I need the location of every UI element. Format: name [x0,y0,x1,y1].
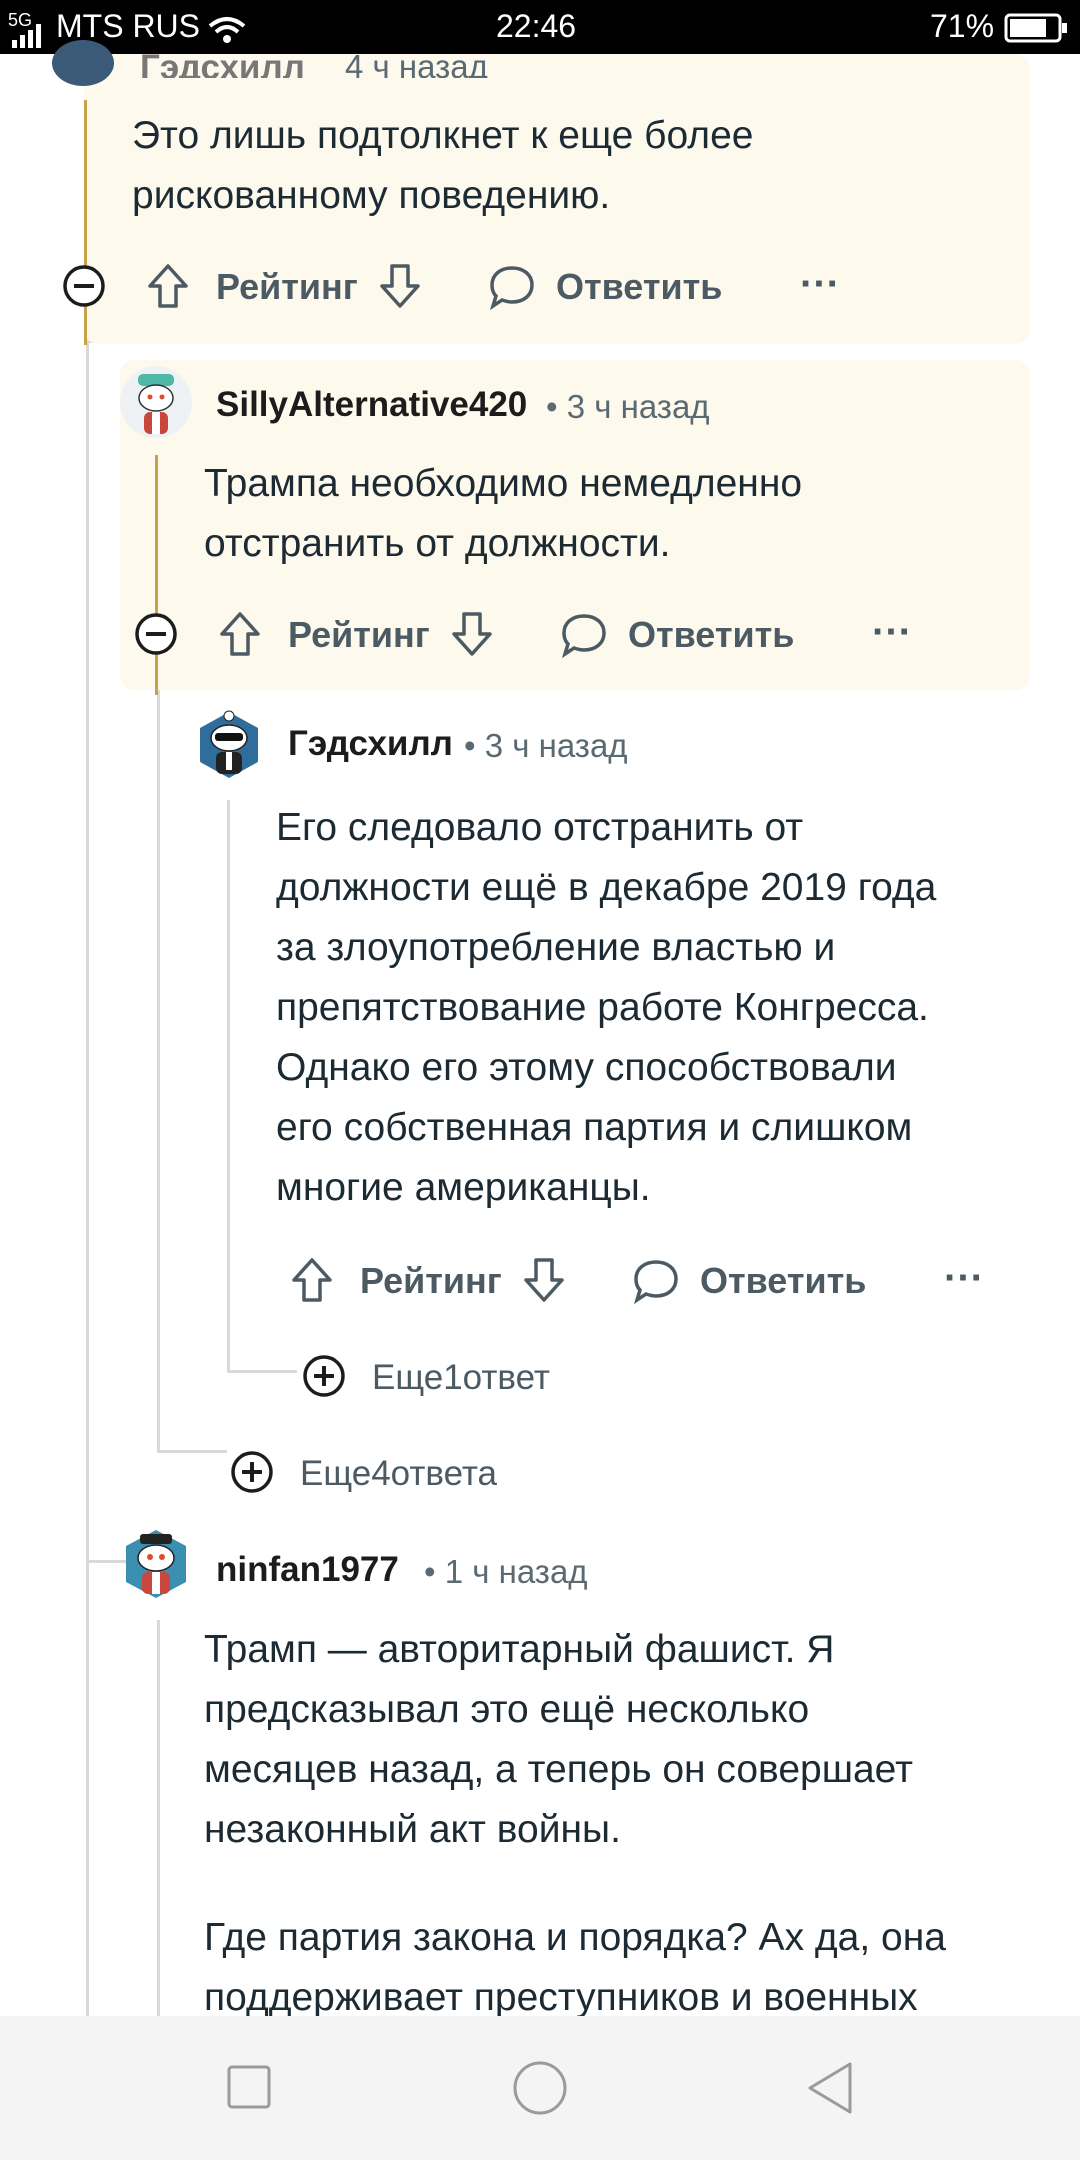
comment-text: Это лишь подтолкнет к еще более рискован… [132,106,992,226]
comment-text-line: должности ещё в декабре 2019 года [276,866,937,909]
comment-text-line: незаконный акт войны. [204,1808,621,1851]
battery-percent: 71% [930,8,995,44]
reply-icon[interactable] [488,264,536,310]
status-bar: 5G MTS RUS 22:46 71% [0,0,1080,54]
snoo-avatar-icon [200,710,258,778]
comment-text-line: предсказывал это ещё несколько [204,1688,810,1731]
comment-text-line: месяцев назад, а теперь он совершает [204,1748,913,1791]
collapse-icon[interactable] [134,612,178,656]
signal-icon [12,24,41,48]
more-replies-link[interactable]: Еще4ответа [300,1454,497,1494]
comment-text: Его следовало отстранить от должности ещ… [276,798,1036,1218]
thread-branch [157,1450,227,1453]
upvote-icon[interactable] [218,610,262,658]
downvote-icon[interactable] [450,610,494,658]
comment-text-line: препятствование работе Конгресса. [276,986,929,1029]
back-icon[interactable] [804,2060,856,2116]
upvote-icon[interactable] [146,262,190,310]
thread-branch [227,1370,297,1373]
more-options-button[interactable]: ··· [872,610,912,655]
reply-icon[interactable] [560,612,608,658]
thread-line-level2 [157,690,160,1450]
avatar[interactable] [120,366,192,438]
comment-text-line: Его следовало отстранить от [276,806,804,849]
rating-label: Рейтинг [288,614,430,655]
comment-text-line: его собственная партия и слишком [276,1106,913,1149]
comment-text-line: Это лишь подтолкнет к еще более [132,114,754,157]
comment-text: Трамп — авторитарный фашист. Я предсказы… [204,1620,1044,1860]
snoo-avatar-icon [120,366,192,438]
reply-button[interactable]: Ответить [628,614,794,656]
comment-text-line: Однако его этому способствовали [276,1046,897,1089]
comment-text-line: Трампа необходимо немедленно [204,462,803,505]
upvote-icon[interactable] [290,1256,334,1304]
avatar[interactable] [52,40,114,86]
reply-button[interactable]: Ответить [556,266,722,308]
comment-text-line: рискованному поведению. [132,174,611,217]
home-icon[interactable] [512,2060,568,2116]
avatar[interactable] [196,708,262,780]
battery-icon [1004,13,1067,43]
comment-text-line: поддерживает преступников и военных [204,1976,918,2016]
thread-line-ninfan [157,1620,160,2020]
comment-text-line: Трамп — авторитарный фашист. Я [204,1628,835,1671]
comment-text-line: многие американцы. [276,1166,651,1209]
reply-icon[interactable] [632,1258,680,1304]
comment-text-line: за злоупотребление властью и [276,926,836,969]
comment-author[interactable]: SillyAlternative420 [216,385,527,425]
more-options-button[interactable]: ··· [800,262,840,307]
recent-apps-icon[interactable] [226,2064,272,2110]
comment-time: • 3 ч назад [546,388,710,425]
avatar[interactable] [120,1526,192,1602]
comment-author[interactable]: ninfan1977 [216,1550,399,1590]
thread-line-highlight [155,455,158,695]
thread-line-level3 [227,800,230,1370]
comment-text-line: Где партия закона и порядка? Ах да, она [204,1916,946,1959]
wifi-icon [208,17,246,43]
comment-time: • 1 ч назад [424,1553,588,1590]
downvote-icon[interactable] [378,262,422,310]
comment-text-paragraph: Где партия закона и порядка? Ах да, она … [204,1908,1044,2016]
snoo-avatar-icon [126,1530,186,1598]
comment-time: • 3 ч назад [464,727,628,764]
more-replies-link[interactable]: Еще1ответ [372,1358,550,1398]
comment-text: Трампа необходимо немедленно отстранить … [204,454,1004,574]
rating-label: Рейтинг [360,1260,502,1301]
collapse-icon[interactable] [62,264,106,308]
more-options-button[interactable]: ··· [944,1256,984,1301]
comment-time: 4 ч назад [345,48,488,78]
system-nav-bar [0,2016,1080,2160]
comment-author[interactable]: Гэдсхилл [140,48,305,78]
thread-line-root [86,60,89,2020]
expand-icon[interactable] [302,1354,346,1398]
rating-label: Рейтинг [216,266,358,307]
clock: 22:46 [496,8,577,44]
comment-author[interactable]: Гэдсхилл [288,724,453,764]
downvote-icon[interactable] [522,1256,566,1304]
comment-text-line: отстранить от должности. [204,522,671,565]
thread-line-highlight [84,100,87,345]
reply-button[interactable]: Ответить [700,1260,866,1302]
expand-icon[interactable] [230,1450,274,1494]
